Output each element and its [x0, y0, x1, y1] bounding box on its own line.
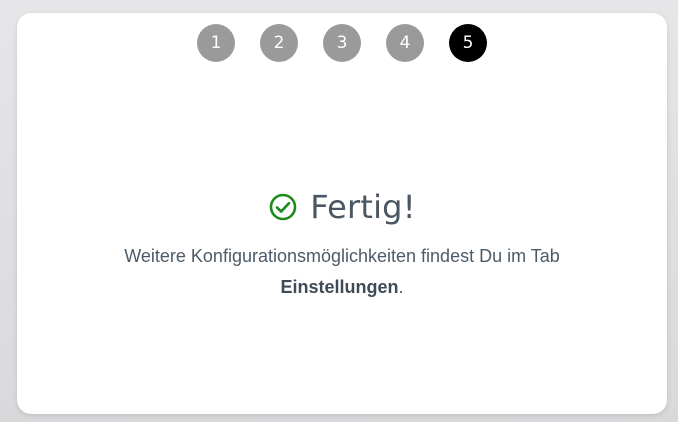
result-title-row: Fertig! — [17, 188, 667, 226]
result-panel: Fertig! Weitere Konfigurationsmöglichkei… — [17, 188, 667, 303]
result-title: Fertig! — [310, 188, 416, 226]
step-1[interactable]: 1 — [197, 24, 235, 62]
step-5[interactable]: 5 — [449, 24, 487, 62]
step-4[interactable]: 4 — [386, 24, 424, 62]
settings-tab-reference: Einstellungen — [280, 277, 399, 297]
step-3[interactable]: 3 — [323, 24, 361, 62]
description-period: . — [398, 277, 404, 297]
step-2[interactable]: 2 — [260, 24, 298, 62]
stepper: 1 2 3 4 5 — [17, 24, 667, 62]
check-circle-icon — [269, 193, 297, 221]
result-description: Weitere Konfigurationsmöglichkeiten find… — [82, 241, 602, 303]
description-text: Weitere Konfigurationsmöglichkeiten find… — [124, 246, 560, 266]
wizard-card: 1 2 3 4 5 Fertig! Weitere Konfigurations… — [17, 13, 667, 414]
